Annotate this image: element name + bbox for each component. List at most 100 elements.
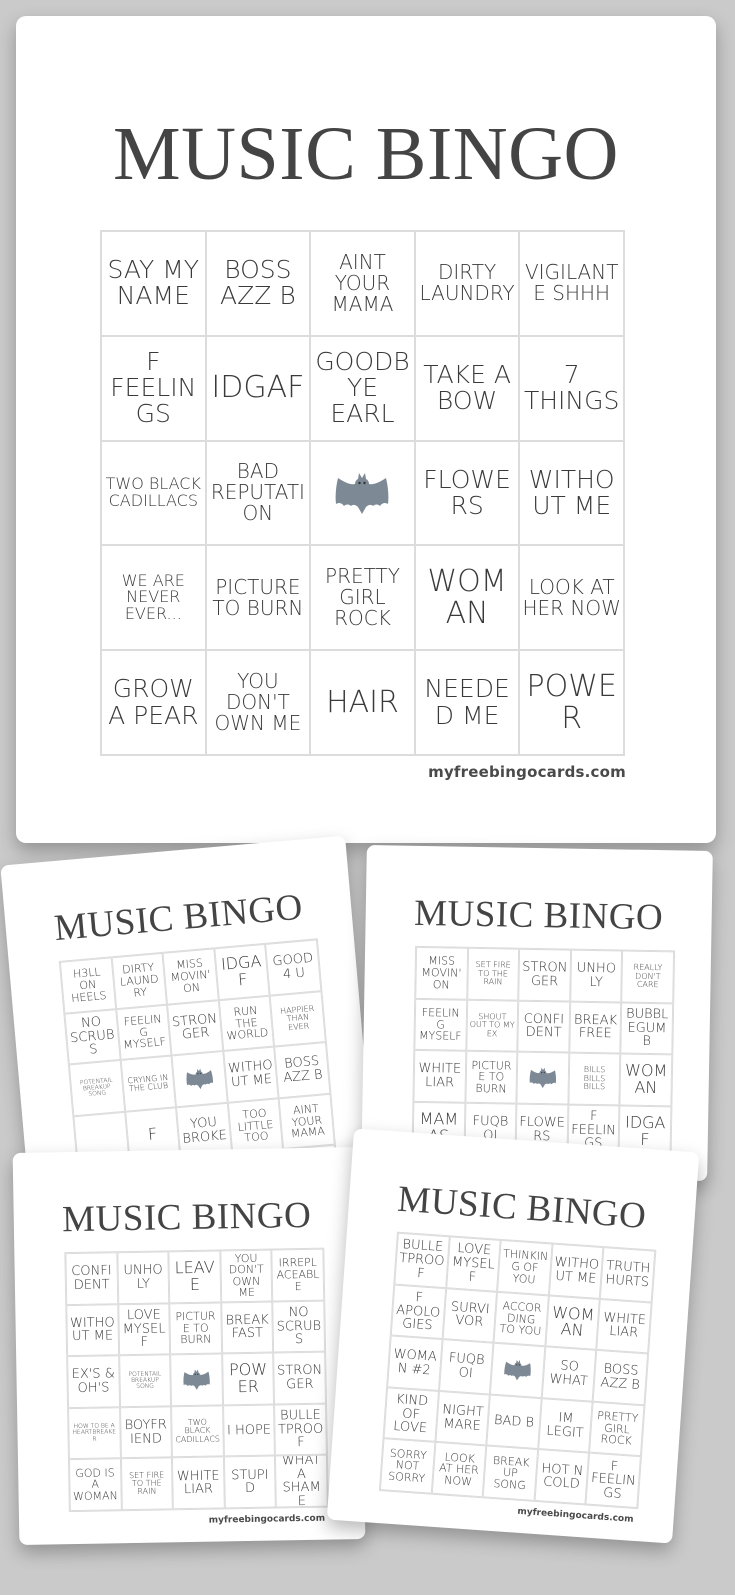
bingo-cell: TWO BLACK CADILLACS — [171, 1405, 224, 1458]
bingo-cell: F FEELINGS — [101, 335, 206, 441]
bingo-cell: IRREPLACEABLE — [271, 1248, 325, 1302]
bingo-cell: HAIR — [310, 650, 415, 755]
bingo-cell: WHAT A SHAME — [275, 1455, 328, 1508]
bingo-cell: SO WHAT — [541, 1346, 597, 1402]
free-space-cell — [310, 440, 415, 546]
bingo-cell: STRONGER — [518, 948, 571, 1002]
bingo-cell: MISS MOVIN' ON — [162, 948, 219, 1005]
bingo-cell: NO SCRUBS — [64, 1008, 121, 1065]
bingo-cell: FUQBOI — [438, 1339, 494, 1395]
bingo-cell: AINT YOUR MAMA — [310, 231, 415, 336]
bingo-cell: UNHOLY — [116, 1251, 170, 1304]
bingo-cell: SORRY NOT SORRY — [379, 1438, 435, 1494]
bingo-cell: DIRTY LAUNDRY — [414, 231, 520, 336]
bingo-cell: DIRTY LAUNDRY — [111, 952, 168, 1009]
bat-icon — [503, 1359, 532, 1382]
bingo-cell: AINT YOUR MAMA — [278, 1093, 335, 1150]
card-title: MUSIC BINGO — [113, 112, 619, 196]
bingo-cell: WOMAN — [619, 1053, 673, 1107]
bingo-cell: BOYFRIEND — [119, 1406, 173, 1459]
bingo-cell: SURVIVOR — [442, 1287, 498, 1343]
bingo-cell: UNHOLY — [570, 949, 623, 1003]
bingo-cell: BREAK UP SONG — [482, 1445, 538, 1501]
bingo-cell: WITHOUT ME — [548, 1243, 604, 1299]
bingo-cell: WITHOUT ME — [66, 1303, 119, 1357]
bingo-cell: IDGAF — [214, 943, 270, 1000]
bingo-cell: FEELING MYSELF — [115, 1004, 172, 1061]
bingo-cell: LOOK AT HER NOW — [519, 545, 624, 651]
bingo-cell: NO SCRUBS — [272, 1300, 326, 1353]
bingo-cell: BOSS AZZ B — [205, 231, 311, 336]
bingo-cell: SET FIRE TO THE RAIN — [120, 1457, 174, 1511]
bingo-cell: CONFIDENT — [65, 1252, 118, 1305]
bingo-cell: RUN THE WORLD — [218, 995, 275, 1052]
brand-watermark: myfreebingocards.com — [428, 763, 626, 781]
bingo-cell: BAD REPUTATION — [205, 440, 311, 546]
bingo-card-preview-4[interactable]: MUSIC BINGO BULLETPROOF LOVE MYSELF THINKI… — [326, 1128, 700, 1544]
bingo-cell: PRETTY GIRL ROCK — [310, 545, 415, 651]
bingo-cell: BREAKFAST — [221, 1301, 274, 1354]
free-space-cell — [170, 1353, 223, 1407]
bingo-cell: SAY MY NAME — [101, 231, 206, 336]
brand-watermark: myfreebingocards.com — [517, 1506, 634, 1525]
bingo-cell: TWO BLACK CADILLACS — [101, 440, 206, 546]
bingo-cell: TAKE A BOW — [414, 335, 520, 441]
bingo-card-preview-1[interactable]: MUSIC BINGO H3LL ON HEELS DIRTY LAUNDRY MI… — [0, 835, 374, 1195]
bingo-cell: PRETTY GIRL ROCK — [589, 1401, 645, 1457]
bingo-cell: HAPPIER THAN EVER — [269, 990, 326, 1047]
bingo-cell: LOVE MYSELF — [117, 1302, 171, 1356]
bingo-cell: F APOLOGIES — [390, 1284, 446, 1340]
bingo-cell: HOW TO BE A HEARTBREAKER — [68, 1407, 121, 1460]
bingo-card-preview-3[interactable]: MUSIC BINGO CONFIDENT UNHOLY LEAVE YOU DON'… — [12, 1147, 366, 1545]
bingo-cell: BUBBLEGUM B — [620, 1002, 674, 1055]
bingo-cell: POWER — [519, 650, 624, 755]
bingo-cell: IM LEGIT — [537, 1397, 594, 1454]
bingo-card-preview-2[interactable]: MUSIC BINGO MISS MOVIN' ON SET FIRE TO TH… — [361, 845, 713, 1181]
bingo-cell: F FEELINGS — [585, 1453, 641, 1509]
brand-watermark: myfreebingocards.com — [208, 1513, 326, 1526]
bingo-cell: LOOK AT HER NOW — [431, 1442, 487, 1498]
bingo-cell: WOMAN — [545, 1294, 601, 1351]
bingo-cell: PICTURE TO BURN — [205, 545, 311, 651]
bingo-card-main: MUSIC BINGO SAY MY NAME BOSS AZZ B AINT YO… — [16, 16, 716, 843]
bat-icon — [529, 1067, 557, 1089]
card-title: MUSIC BINGO — [413, 892, 664, 939]
bingo-cell: FLOWERS — [414, 440, 520, 546]
bingo-cell: GOD IS A WOMAN — [68, 1458, 122, 1512]
bingo-cell: BULLETPROOF — [394, 1232, 450, 1288]
bingo-cell: CRYING IN THE CLUB — [120, 1055, 177, 1112]
bingo-cell: SHOUT OUT TO MY EX — [465, 999, 519, 1052]
bingo-cell: WHITE LIAR — [172, 1456, 225, 1510]
bingo-cell: WE ARE NEVER EVER... — [101, 545, 206, 651]
bingo-cell: MISS MOVIN' ON — [415, 946, 468, 1000]
bat-icon — [182, 1369, 210, 1391]
card-title: MUSIC BINGO — [61, 1194, 312, 1241]
bingo-cell: FEELING MYSELF — [414, 998, 467, 1051]
bingo-cell: WHITE LIAR — [596, 1298, 652, 1354]
bingo-cell: BOSS AZZ B — [593, 1350, 649, 1406]
free-space-cell — [516, 1051, 570, 1105]
bingo-cell: VIGILANTE SHHH — [519, 231, 624, 336]
bingo-cell: BULLETPROOF — [274, 1403, 327, 1456]
bingo-cell: STRONGER — [273, 1351, 327, 1405]
bingo-cell: GOOD 4 U — [265, 939, 322, 996]
bingo-cell: POWER — [221, 1352, 275, 1406]
bingo-cell: IDGAF — [205, 335, 311, 441]
bingo-cell: GROW A PEAR — [101, 650, 206, 755]
bingo-cell: GOODBYE EARL — [310, 335, 415, 441]
bingo-cell: YOU DON'T OWN ME — [205, 650, 311, 755]
bingo-cell: BILLS BILLS BILLS — [568, 1052, 621, 1106]
bingo-cell: 7 THINGS — [519, 335, 624, 441]
bingo-grid: CONFIDENT UNHOLY LEAVE YOU DON'T OWN ME IRRE… — [64, 1247, 329, 1513]
bingo-cell: TOO LITTLE TOO — [227, 1098, 284, 1154]
bingo-cell: CONFIDENT — [517, 1000, 571, 1053]
bingo-cell: EX'S & OH'S — [67, 1355, 120, 1408]
bingo-cell: BAD B — [486, 1394, 542, 1450]
bingo-cell: I HOPE — [222, 1404, 276, 1457]
bingo-cell: WITHOUT ME — [519, 440, 624, 546]
bingo-cell: STUPID — [223, 1455, 277, 1509]
bingo-cell: STRONGER — [167, 999, 224, 1056]
bingo-grid: BULLETPROOF LOVE MYSELF THINKING OF YOU WIT… — [378, 1231, 657, 1510]
bingo-cell: NIGHTMARE — [434, 1390, 491, 1446]
bat-icon — [334, 472, 390, 514]
